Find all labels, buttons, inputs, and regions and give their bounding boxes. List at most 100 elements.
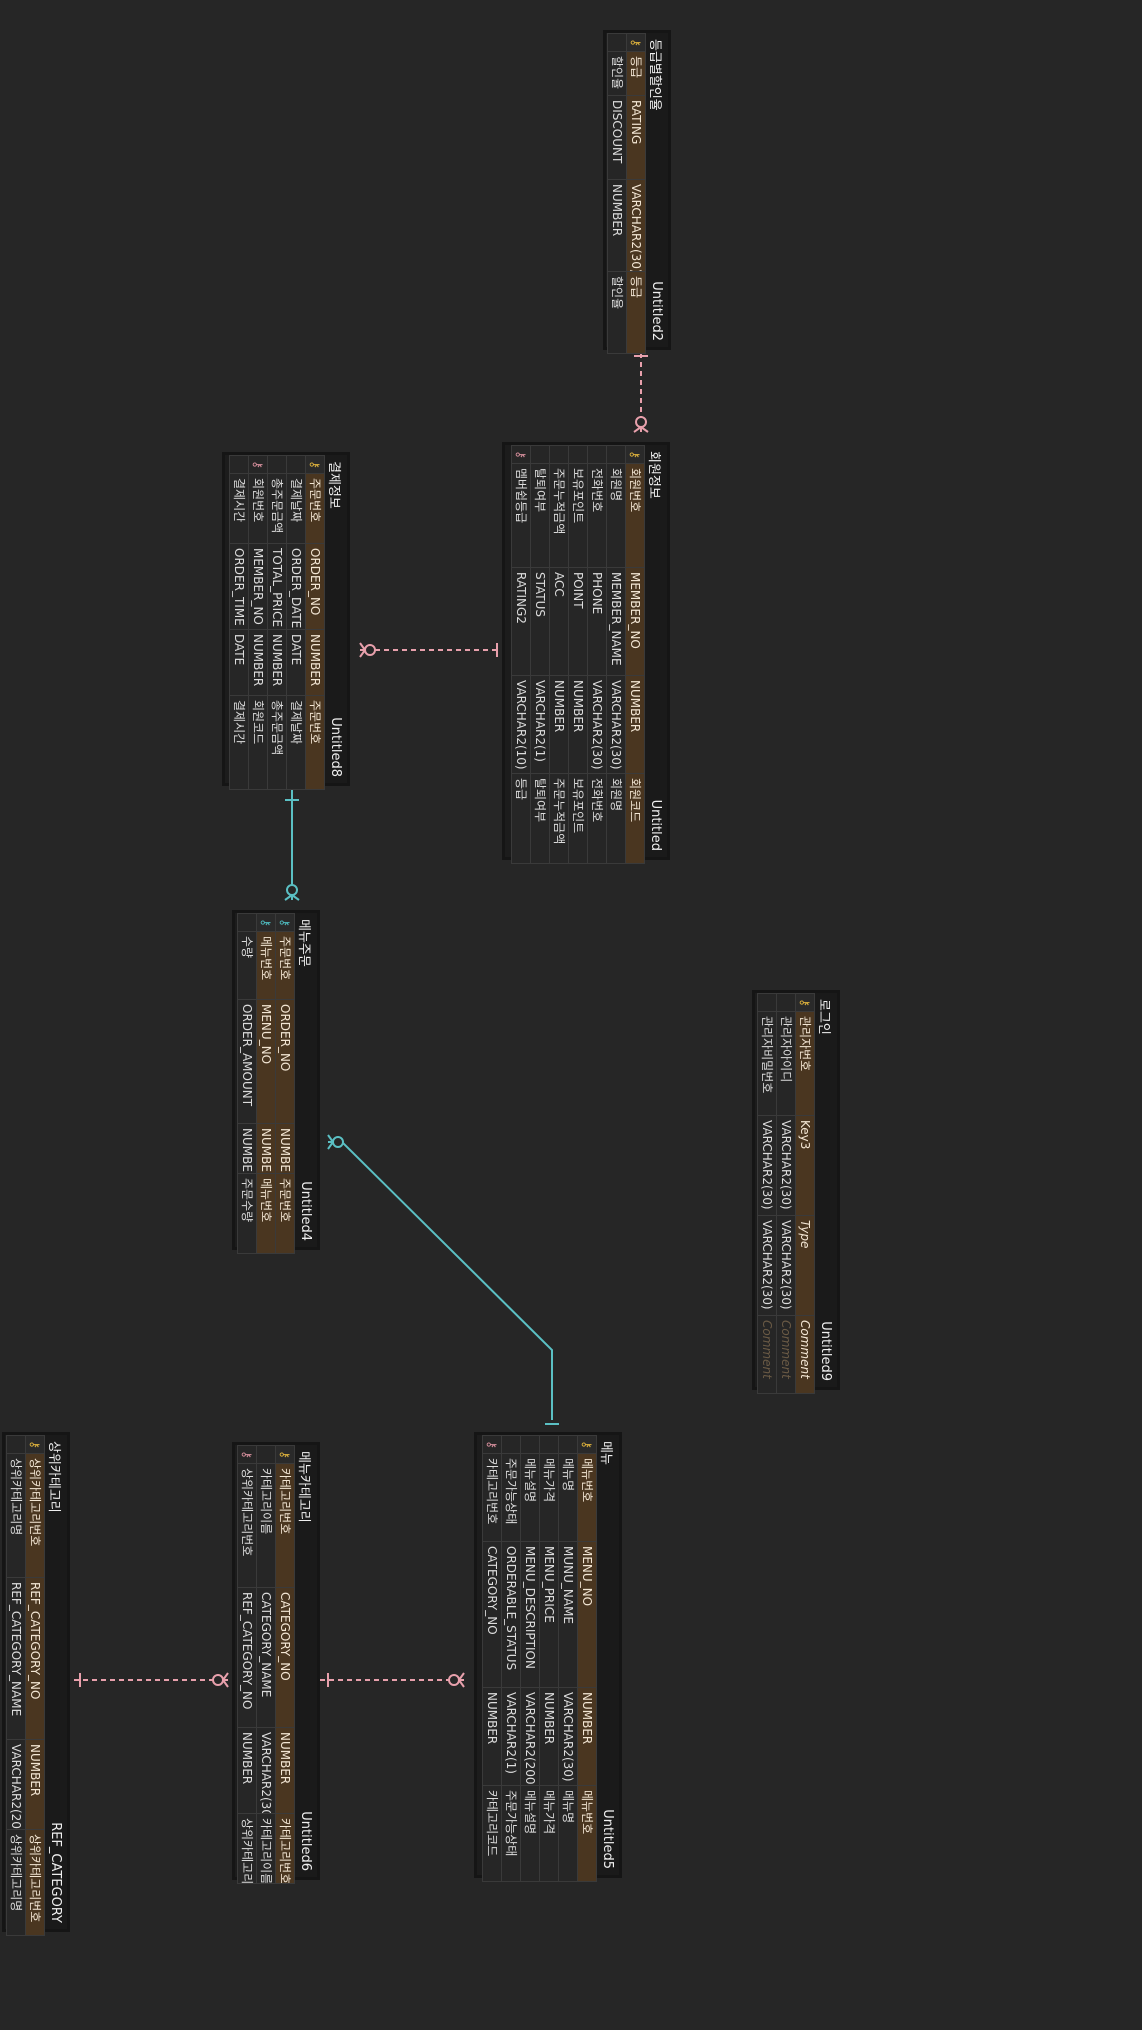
physical-name-cell: ORDERABLE_STATUS [501, 1541, 521, 1688]
key-gold-icon: ⚷ [798, 998, 812, 1007]
table-row[interactable]: 총주문금액 TOTAL_PRICE NUMBER 총주문금액 [267, 455, 287, 790]
table-row[interactable]: 수량 ORDER_AMOUNT NUMBER 주문수량 [237, 913, 257, 1254]
entity-login[interactable]: 로그인 Untitled9 ⚷ 관리자번호 Key3 Type Comment 관리자아이디 V… [752, 990, 840, 1394]
entity-menu-order[interactable]: 메뉴주문 Untitled4 ⚷ 주문번호 ORDER_NO NUMBER 주문번호 ⚷ 메뉴번… [232, 910, 320, 1254]
physical-name-cell: RATING [626, 95, 646, 180]
type-cell: NUMBER [625, 675, 645, 774]
relationship-menu-to-menu-order[interactable] [327, 1134, 559, 1425]
table-row[interactable]: 관리자아이디 VARCHAR2(30) VARCHAR2(30) Comment [776, 993, 796, 1394]
entity-header[interactable]: 로그인 Untitled9 [815, 993, 837, 1387]
type-cell: VARCHAR2(200) [520, 1687, 540, 1786]
table-row[interactable]: 회원명 MEMBER_NAME VARCHAR2(30) 회원명 [606, 445, 626, 864]
entity-member[interactable]: 회원정보 Untitled ⚷ 회원번호 MEMBER_NO NUMBER 회원코드 회원명 M… [502, 442, 670, 864]
zero-marker [635, 416, 647, 428]
key-cell [549, 445, 569, 464]
type-cell: NUMBER [577, 1687, 597, 1786]
comment-cell: 상위카테고리명 [6, 1829, 26, 1936]
entity-header[interactable]: 메뉴카테고리 Untitled6 [295, 1445, 317, 1877]
table-row[interactable]: ⚷ 관리자번호 Key3 Type Comment [795, 993, 815, 1394]
comment-cell: 등급 [626, 271, 646, 354]
logical-name-cell: 보유포인트 [568, 463, 588, 568]
type-cell: NUMBER [25, 1739, 45, 1830]
entity-columns-table: ⚷ 주문번호 ORDER_NO NUMBER 주문번호 결제날짜 ORDER_DATE DAT… [229, 455, 325, 790]
key-cell [520, 1435, 540, 1454]
table-row[interactable]: 결제날짜 ORDER_DATE DATE 결제날짜 [286, 455, 306, 790]
entity-header[interactable]: 결제정보 Untitled8 [325, 455, 347, 783]
table-row[interactable]: ⚷ 카테고리번호 CATEGORY_NO NUMBER 카테고리코드 [482, 1435, 502, 1882]
table-row[interactable]: ⚷ 상위카테고리번호 REF_CATEGORY_NO NUMBER 상위카테고리번호 [237, 1445, 257, 1884]
entity-header[interactable]: 상위카테고리 REF_CATEGORY [45, 1435, 67, 1929]
table-row[interactable]: 주문가능상태 ORDERABLE_STATUS VARCHAR2(1) 주문가능상태 [501, 1435, 521, 1882]
physical-name-cell: MEMBER_NO [625, 567, 645, 676]
table-row[interactable]: 메뉴가격 MENU_PRICE NUMBER 메뉴가격 [539, 1435, 559, 1882]
logical-name-cell: 회원번호 [625, 463, 645, 568]
entity-header[interactable]: 등급별할인율 Untitled2 [646, 33, 668, 347]
type-cell: VARCHAR2(1) [501, 1687, 521, 1786]
many-marker [458, 1679, 465, 1688]
comment-cell: Comment [795, 1315, 815, 1394]
entity-menu-category[interactable]: 메뉴카테고리 Untitled6 ⚷ 카테고리번호 CATEGORY_NO NUMBER 카… [232, 1442, 320, 1884]
comment-cell: 결제시간 [229, 695, 249, 790]
entity-title: 메뉴카테고리 [296, 1451, 312, 1523]
zero-marker [364, 644, 376, 656]
table-row[interactable]: 전화번호 PHONE VARCHAR2(30) 전화번호 [587, 445, 607, 864]
physical-name-cell: ORDER_DATE [286, 543, 306, 630]
entity-columns-table: ⚷ 회원번호 MEMBER_NO NUMBER 회원코드 회원명 MEMBER_NAME VA… [511, 445, 645, 864]
logical-name-cell: 주문가능상태 [501, 1453, 521, 1542]
table-row[interactable]: 메뉴설명 MENU_DESCRIPTION VARCHAR2(200) 메뉴설명 [520, 1435, 540, 1882]
table-row[interactable]: ⚷ 상위카테고리번호 REF_CATEGORY_NO NUMBER 상위카테고리번호 [25, 1435, 45, 1936]
physical-name-cell: ORDER_NO [275, 999, 295, 1124]
table-row[interactable]: ⚷ 멤버쉽등급 RATING2 VARCHAR2(10) 등급 [511, 445, 531, 864]
relationship-menu-category-to-menu[interactable] [320, 1672, 465, 1688]
table-row[interactable]: 보유포인트 POINT NUMBER 보유포인트 [568, 445, 588, 864]
key-gold-icon: ⚷ [580, 1440, 594, 1449]
logical-name-cell: 주문번호 [275, 931, 295, 1000]
comment-cell: 회원명 [606, 773, 626, 864]
entity-ref-category[interactable]: 상위카테고리 REF_CATEGORY ⚷ 상위카테고리번호 REF_CATEGORY_… [2, 1432, 70, 1936]
table-row[interactable]: ⚷ 카테고리번호 CATEGORY_NO NUMBER 카테고리번호 [275, 1445, 295, 1884]
comment-cell: 전화번호 [587, 773, 607, 864]
table-row[interactable]: 상위카테고리명 REF_CATEGORY_NAME VARCHAR2(20) 상위카테… [6, 1435, 26, 1936]
logical-name-cell: 관리자아이디 [776, 1011, 796, 1116]
comment-cell: 보유포인트 [568, 773, 588, 864]
table-row[interactable]: ⚷ 주문번호 ORDER_NO NUMBER 주문번호 [275, 913, 295, 1254]
physical-name-cell: MENU_DESCRIPTION [520, 1541, 540, 1688]
table-row[interactable]: ⚷ 메뉴번호 MENU_NO NUMBER 메뉴번호 [256, 913, 276, 1254]
key-cell [530, 445, 550, 464]
relationship-line[interactable] [328, 1141, 553, 1420]
type-cell: NUMBER [568, 675, 588, 774]
entity-payment[interactable]: 결제정보 Untitled8 ⚷ 주문번호 ORDER_NO NUMBER 주문번호 결제날짜… [222, 452, 350, 790]
type-cell: VARCHAR2(30) [626, 179, 646, 272]
key-cell: ⚷ [256, 913, 276, 932]
relationship-rating-to-member[interactable] [633, 344, 649, 433]
table-row[interactable]: 메뉴명 MUNU_NAME VARCHAR2(30) 메뉴명 [558, 1435, 578, 1882]
type-cell: VARCHAR2(30) [757, 1215, 777, 1316]
entity-rating[interactable]: 등급별할인율 Untitled2 ⚷ 등급 RATING VARCHAR2(30) 등급 할인… [603, 30, 671, 354]
entity-header[interactable]: 메뉴주문 Untitled4 [295, 913, 317, 1247]
table-row[interactable]: 카테고리이름 CATEGORY_NAME VARCHAR2(30) 카테고리이름 [256, 1445, 276, 1884]
table-row[interactable]: ⚷ 회원번호 MEMBER_NO NUMBER 회원코드 [248, 455, 268, 790]
table-row[interactable]: ⚷ 주문번호 ORDER_NO NUMBER 주문번호 [305, 455, 325, 790]
key-cell: ⚷ [625, 445, 645, 464]
table-row[interactable]: 탈퇴여부 STATUS VARCHAR2(1) 탈퇴여부 [530, 445, 550, 864]
entity-menu[interactable]: 메뉴 Untitled5 ⚷ 메뉴번호 MENU_NO NUMBER 메뉴번호 메뉴명 MUNU… [474, 1432, 622, 1882]
entity-header[interactable]: 메뉴 Untitled5 [597, 1435, 619, 1875]
physical-name-cell: REF_CATEGORY_NO [237, 1587, 257, 1728]
table-row[interactable]: ⚷ 회원번호 MEMBER_NO NUMBER 회원코드 [625, 445, 645, 864]
table-row[interactable]: ⚷ 메뉴번호 MENU_NO NUMBER 메뉴번호 [577, 1435, 597, 1882]
relationship-payment-to-menu-order[interactable] [284, 790, 300, 901]
table-row[interactable]: 주문누적금액 ACC NUMBER 주문누적금액 [549, 445, 569, 864]
entity-header[interactable]: 회원정보 Untitled [645, 445, 667, 857]
physical-name-cell: ORDER_TIME [229, 543, 249, 630]
table-row[interactable]: ⚷ 등급 RATING VARCHAR2(30) 등급 [626, 33, 646, 354]
table-row[interactable]: 할인율 DISCOUNT NUMBER 할인율 [607, 33, 627, 354]
logical-name-cell: 회원명 [606, 463, 626, 568]
comment-cell: 카테고리코드 [482, 1785, 502, 1882]
relationship-ref-category-to-menu-category[interactable] [74, 1672, 229, 1688]
table-row[interactable]: 관리자비밀번호 VARCHAR2(30) VARCHAR2(30) Comment [757, 993, 777, 1394]
type-cell: NUMBER [237, 1123, 257, 1174]
comment-cell: 상위카테고리번호 [237, 1813, 257, 1884]
physical-name-cell: MUNU_NAME [558, 1541, 578, 1688]
relationship-member-to-payment[interactable] [359, 642, 498, 658]
table-row[interactable]: 결제시간 ORDER_TIME DATE 결제시간 [229, 455, 249, 790]
